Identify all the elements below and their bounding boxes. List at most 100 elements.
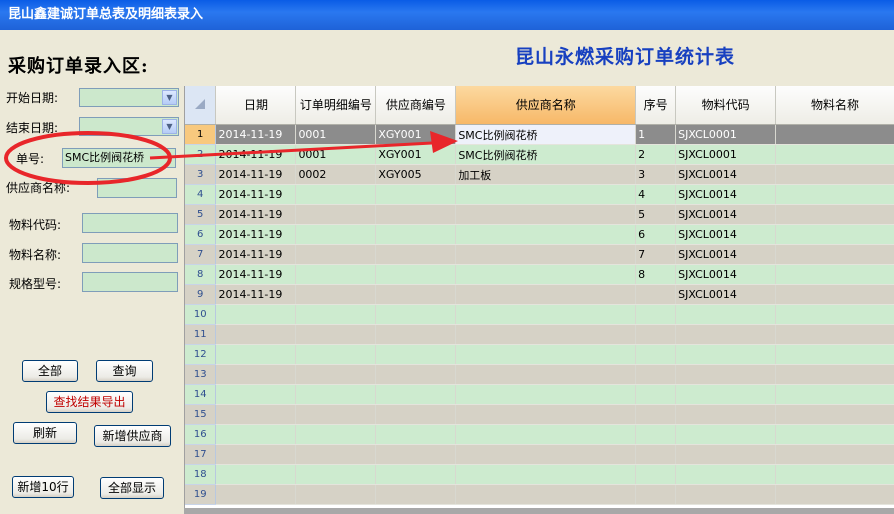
cell-material-code[interactable] bbox=[675, 424, 777, 445]
table-row[interactable]: 11 bbox=[185, 324, 894, 345]
cell-material-name[interactable] bbox=[775, 264, 894, 285]
cell-material-name[interactable] bbox=[775, 344, 894, 365]
cell-date[interactable] bbox=[215, 344, 297, 365]
table-row[interactable]: 17 bbox=[185, 444, 894, 465]
cell-seq[interactable] bbox=[635, 384, 677, 405]
cell-material-code[interactable] bbox=[675, 304, 777, 325]
all-button[interactable]: 全部 bbox=[22, 360, 78, 382]
spec-input[interactable] bbox=[82, 272, 178, 292]
export-results-button[interactable]: 查找结果导出 bbox=[46, 391, 133, 413]
row-header[interactable]: 7 bbox=[185, 244, 217, 265]
cell-material-code[interactable] bbox=[675, 484, 777, 505]
table-row[interactable]: 3 2014-11-19 0002 XGY005 加工板 3 SJXCL0014 bbox=[185, 164, 894, 185]
cell-material-code[interactable]: SJXCL0014 bbox=[675, 284, 777, 305]
cell-material-name[interactable] bbox=[775, 304, 894, 325]
cell-supplier-no[interactable] bbox=[375, 244, 457, 265]
cell-detail-no[interactable] bbox=[295, 464, 377, 485]
cell-material-name[interactable] bbox=[775, 164, 894, 185]
table-row[interactable]: 9 2014-11-19 SJXCL0014 bbox=[185, 284, 894, 305]
cell-detail-no[interactable] bbox=[295, 384, 377, 405]
cell-material-code[interactable]: SJXCL0014 bbox=[675, 264, 777, 285]
cell-supplier-name[interactable] bbox=[455, 284, 637, 305]
cell-supplier-no[interactable] bbox=[375, 444, 457, 465]
row-header[interactable]: 11 bbox=[185, 324, 217, 345]
cell-material-code[interactable]: SJXCL0014 bbox=[675, 244, 777, 265]
cell-material-name[interactable] bbox=[775, 384, 894, 405]
table-row[interactable]: 19 bbox=[185, 484, 894, 505]
grid-corner-select-all[interactable] bbox=[185, 86, 217, 125]
cell-supplier-name[interactable] bbox=[455, 304, 637, 325]
cell-material-name[interactable] bbox=[775, 284, 894, 305]
cell-date[interactable] bbox=[215, 404, 297, 425]
cell-supplier-name[interactable] bbox=[455, 484, 637, 505]
cell-supplier-name[interactable] bbox=[455, 384, 637, 405]
cell-supplier-name[interactable] bbox=[455, 464, 637, 485]
cell-seq[interactable] bbox=[635, 344, 677, 365]
cell-seq[interactable] bbox=[635, 404, 677, 425]
table-row[interactable]: 10 bbox=[185, 304, 894, 325]
cell-supplier-no[interactable]: XGY005 bbox=[375, 164, 457, 185]
cell-supplier-no[interactable] bbox=[375, 484, 457, 505]
cell-detail-no[interactable] bbox=[295, 184, 377, 205]
cell-supplier-name[interactable]: SMC比例阀花桥 bbox=[455, 124, 637, 145]
cell-seq[interactable] bbox=[635, 444, 677, 465]
cell-detail-no[interactable] bbox=[295, 304, 377, 325]
cell-date[interactable] bbox=[215, 444, 297, 465]
cell-detail-no[interactable]: 0002 bbox=[295, 164, 377, 185]
cell-material-name[interactable] bbox=[775, 464, 894, 485]
start-date-combo[interactable]: ▼ bbox=[79, 88, 179, 107]
material-code-input[interactable] bbox=[82, 213, 178, 233]
table-row[interactable]: 14 bbox=[185, 384, 894, 405]
cell-supplier-no[interactable] bbox=[375, 184, 457, 205]
table-row[interactable]: 13 bbox=[185, 364, 894, 385]
cell-seq[interactable] bbox=[635, 284, 677, 305]
table-row[interactable]: 4 2014-11-19 4 SJXCL0014 bbox=[185, 184, 894, 205]
cell-supplier-name[interactable] bbox=[455, 424, 637, 445]
cell-detail-no[interactable] bbox=[295, 344, 377, 365]
row-header[interactable]: 4 bbox=[185, 184, 217, 205]
table-row[interactable]: 2 2014-11-19 0001 XGY001 SMC比例阀花桥 2 SJXCL0001 bbox=[185, 144, 894, 165]
cell-material-code[interactable]: SJXCL0014 bbox=[675, 184, 777, 205]
cell-material-name[interactable] bbox=[775, 124, 894, 145]
cell-seq[interactable] bbox=[635, 364, 677, 385]
column-header-seq[interactable]: 序号 bbox=[635, 86, 677, 125]
cell-supplier-no[interactable] bbox=[375, 424, 457, 445]
cell-detail-no[interactable] bbox=[295, 484, 377, 505]
cell-date[interactable] bbox=[215, 384, 297, 405]
row-header[interactable]: 15 bbox=[185, 404, 217, 425]
cell-seq[interactable]: 3 bbox=[635, 164, 677, 185]
cell-material-code[interactable] bbox=[675, 464, 777, 485]
cell-date[interactable] bbox=[215, 484, 297, 505]
row-header[interactable]: 8 bbox=[185, 264, 217, 285]
table-row[interactable]: 6 2014-11-19 6 SJXCL0014 bbox=[185, 224, 894, 245]
cell-seq[interactable] bbox=[635, 484, 677, 505]
cell-material-name[interactable] bbox=[775, 224, 894, 245]
table-row[interactable]: 8 2014-11-19 8 SJXCL0014 bbox=[185, 264, 894, 285]
column-header-material-code[interactable]: 物料代码 bbox=[675, 86, 777, 125]
cell-seq[interactable]: 8 bbox=[635, 264, 677, 285]
cell-supplier-no[interactable] bbox=[375, 404, 457, 425]
cell-seq[interactable]: 7 bbox=[635, 244, 677, 265]
cell-supplier-name[interactable] bbox=[455, 204, 637, 225]
cell-detail-no[interactable] bbox=[295, 424, 377, 445]
column-header-material-name[interactable]: 物料名称 bbox=[775, 86, 894, 125]
cell-material-code[interactable]: SJXCL0014 bbox=[675, 204, 777, 225]
cell-date[interactable]: 2014-11-19 bbox=[215, 124, 297, 145]
cell-detail-no[interactable]: 0001 bbox=[295, 144, 377, 165]
row-header[interactable]: 5 bbox=[185, 204, 217, 225]
cell-date[interactable]: 2014-11-19 bbox=[215, 184, 297, 205]
row-header[interactable]: 2 bbox=[185, 144, 217, 165]
supplier-name-input[interactable] bbox=[97, 178, 177, 198]
column-header-supplier-no[interactable]: 供应商编号 bbox=[375, 86, 457, 125]
cell-detail-no[interactable] bbox=[295, 324, 377, 345]
cell-supplier-no[interactable] bbox=[375, 264, 457, 285]
cell-date[interactable]: 2014-11-19 bbox=[215, 264, 297, 285]
end-date-combo[interactable]: ▼ bbox=[79, 117, 179, 136]
cell-seq[interactable]: 5 bbox=[635, 204, 677, 225]
chevron-down-icon[interactable]: ▼ bbox=[162, 90, 177, 105]
cell-seq[interactable] bbox=[635, 324, 677, 345]
cell-detail-no[interactable] bbox=[295, 244, 377, 265]
cell-seq[interactable]: 2 bbox=[635, 144, 677, 165]
cell-seq[interactable] bbox=[635, 464, 677, 485]
cell-date[interactable]: 2014-11-19 bbox=[215, 284, 297, 305]
